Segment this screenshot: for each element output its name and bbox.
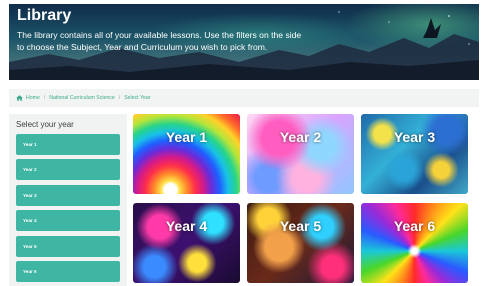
year-filter-sidebar: Select your year Year 1 Year 2 Year 3 Ye…	[9, 114, 127, 286]
library-banner: Library The library contains all of your…	[9, 4, 479, 80]
home-icon[interactable]	[16, 95, 23, 101]
year-4-button[interactable]: Year 4	[16, 210, 120, 231]
breadcrumb: Home / National Curriculum Science / Sel…	[9, 89, 479, 107]
year-5-tile[interactable]: Year 5	[247, 203, 354, 283]
year-6-button[interactable]: Year 6	[16, 261, 120, 282]
breadcrumb-national-curriculum-science[interactable]: National Curriculum Science	[49, 95, 114, 101]
year-3-tile[interactable]: Year 3	[361, 114, 468, 194]
breadcrumb-separator: /	[118, 95, 121, 101]
year-1-tile-label: Year 1	[165, 129, 208, 145]
year-2-tile-label: Year 2	[279, 129, 322, 145]
breadcrumb-select-year: Select Year	[124, 95, 151, 101]
library-page: Library The library contains all of your…	[9, 4, 479, 286]
year-1-tile[interactable]: Year 1	[133, 114, 240, 194]
year-6-tile-label: Year 6	[393, 218, 436, 234]
year-6-tile[interactable]: Year 6	[361, 203, 468, 283]
sidebar-title: Select your year	[16, 120, 74, 129]
year-5-tile-label: Year 5	[279, 218, 322, 234]
year-1-button[interactable]: Year 1	[16, 134, 120, 155]
page-title: Library	[17, 7, 72, 24]
year-4-tile[interactable]: Year 4	[133, 203, 240, 283]
year-3-button[interactable]: Year 3	[16, 185, 120, 206]
year-4-tile-label: Year 4	[165, 218, 208, 234]
breadcrumb-separator: /	[43, 95, 46, 101]
year-2-button[interactable]: Year 2	[16, 159, 120, 180]
breadcrumb-home[interactable]: Home	[26, 95, 40, 101]
library-description: The library contains all of your availab…	[17, 30, 302, 52]
year-2-tile[interactable]: Year 2	[247, 114, 354, 194]
year-5-button[interactable]: Year 5	[16, 236, 120, 257]
year-3-tile-label: Year 3	[393, 129, 436, 145]
